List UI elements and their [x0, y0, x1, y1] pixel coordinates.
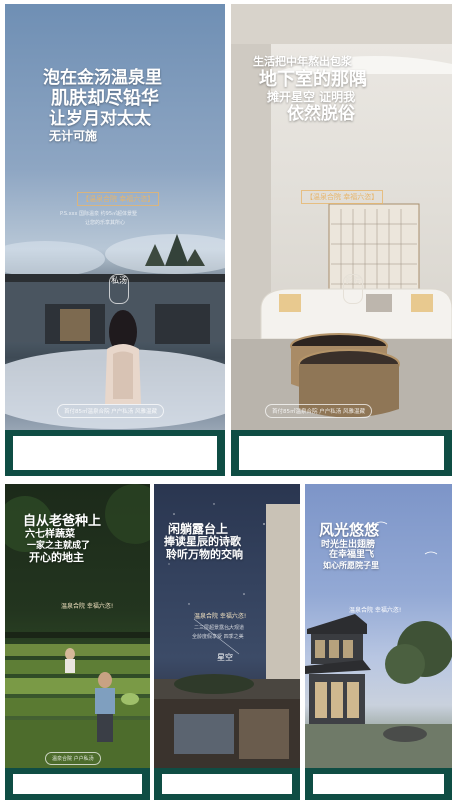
- info-box: [13, 436, 217, 470]
- footer-band: [5, 430, 225, 476]
- headline-line: 自从老爸种上: [23, 514, 102, 529]
- seal-stamp: 私汤: [109, 274, 129, 304]
- headline-line: 肌肤却尽铅华: [51, 88, 159, 110]
- headline-line: 在幸福里飞: [329, 550, 375, 561]
- seal-stamp: 星空: [217, 653, 233, 662]
- poster-starry-terrace[interactable]: 闲躺露台上 捧读星辰的诗歌 聆听万物的交响 温泉合院 幸福六恣! 二三层超景露台…: [154, 484, 300, 800]
- headline-line: 时光生出翅膀: [321, 539, 376, 550]
- feature-pill: 首付85㎡温泉合院 户户私汤 风雅温藏: [57, 404, 164, 418]
- subtitle: P.S.xxx 国际温泉 约95㎡超体景墅: [60, 211, 138, 217]
- info-box: [239, 436, 444, 470]
- tagline: 温泉合院 幸福六恣!: [194, 613, 247, 620]
- headline-line: 依然脱俗: [287, 104, 355, 125]
- headline-line: 开心的地主: [29, 550, 84, 564]
- footer-band: [154, 768, 300, 800]
- subtitle: 二三层超景露台大观道: [194, 625, 245, 631]
- poster-basement-cinema[interactable]: 生活把中年熬出包浆 地下室的那隅 摊开星空 证明我 依然脱俗 【温泉合院 幸福六…: [231, 4, 452, 476]
- poster-hot-spring[interactable]: 泡在金汤温泉里 肌肤却尽铅华 让岁月对太太 无计可施 【温泉合院 幸福六恣】 P…: [5, 4, 225, 476]
- feature-pill: 首付85㎡温泉合院 户户私汤 风雅温藏: [265, 404, 372, 418]
- headline: 生活把中年熬出包浆 地下室的那隅 摊开星空 证明我 依然脱俗: [253, 55, 367, 125]
- headline-line: 如心所愿院子里: [323, 560, 379, 570]
- info-box: [162, 774, 292, 794]
- footer-band: [231, 430, 452, 476]
- headline-line: 让岁月对太太: [49, 109, 151, 130]
- headline: 泡在金汤温泉里 肌肤却尽铅华 让岁月对太太 无计可施: [43, 68, 162, 143]
- headline-line: 无计可施: [49, 129, 98, 144]
- poster-vegetable-garden[interactable]: 自从老爸种上 六七样蔬菜 一家之主就成了 开心的地主 温泉合院 幸福六恣! 温泉…: [5, 484, 150, 800]
- headline: 风光悠悠 时光生出翅膀 在幸福里飞 如心所愿院子里: [319, 521, 380, 570]
- subtitle: 让您的乐享其所心: [85, 220, 126, 226]
- headline-line: 摊开星空 证明我: [267, 90, 356, 105]
- tagline: 【温泉合院 幸福六恣】: [301, 190, 384, 204]
- headline: 闲躺露台上 捧读星辰的诗歌 聆听万物的交响: [162, 522, 243, 562]
- headline-line: 泡在金汤温泉里: [43, 68, 162, 88]
- subtitle: 全龄度假享受 四季之美: [192, 634, 244, 640]
- headline-line: 聆听万物的交响: [166, 548, 243, 562]
- tagline: 温泉合院 幸福六恣!: [349, 607, 402, 614]
- seal-stamp: 影院: [343, 274, 363, 304]
- headline-line: 生活把中年熬出包浆: [253, 55, 352, 68]
- tagline: 温泉合院 幸福六恣!: [61, 603, 114, 610]
- feature-pill: 温泉合院 户户私汤: [45, 752, 101, 765]
- headline-line: 地下室的那隅: [259, 68, 367, 90]
- footer-band: [305, 768, 452, 800]
- footer-band: [5, 768, 150, 800]
- info-box: [313, 774, 444, 794]
- poster-courtyard-breeze[interactable]: 风光悠悠 时光生出翅膀 在幸福里飞 如心所愿院子里 温泉合院 幸福六恣!: [305, 484, 452, 800]
- headline-line: 风光悠悠: [319, 521, 380, 539]
- tagline: 【温泉合院 幸福六恣】: [77, 192, 160, 206]
- info-box: [13, 774, 142, 794]
- headline: 自从老爸种上 六七样蔬菜 一家之主就成了 开心的地主: [23, 514, 101, 565]
- headline-line: 六七样蔬菜: [25, 529, 75, 541]
